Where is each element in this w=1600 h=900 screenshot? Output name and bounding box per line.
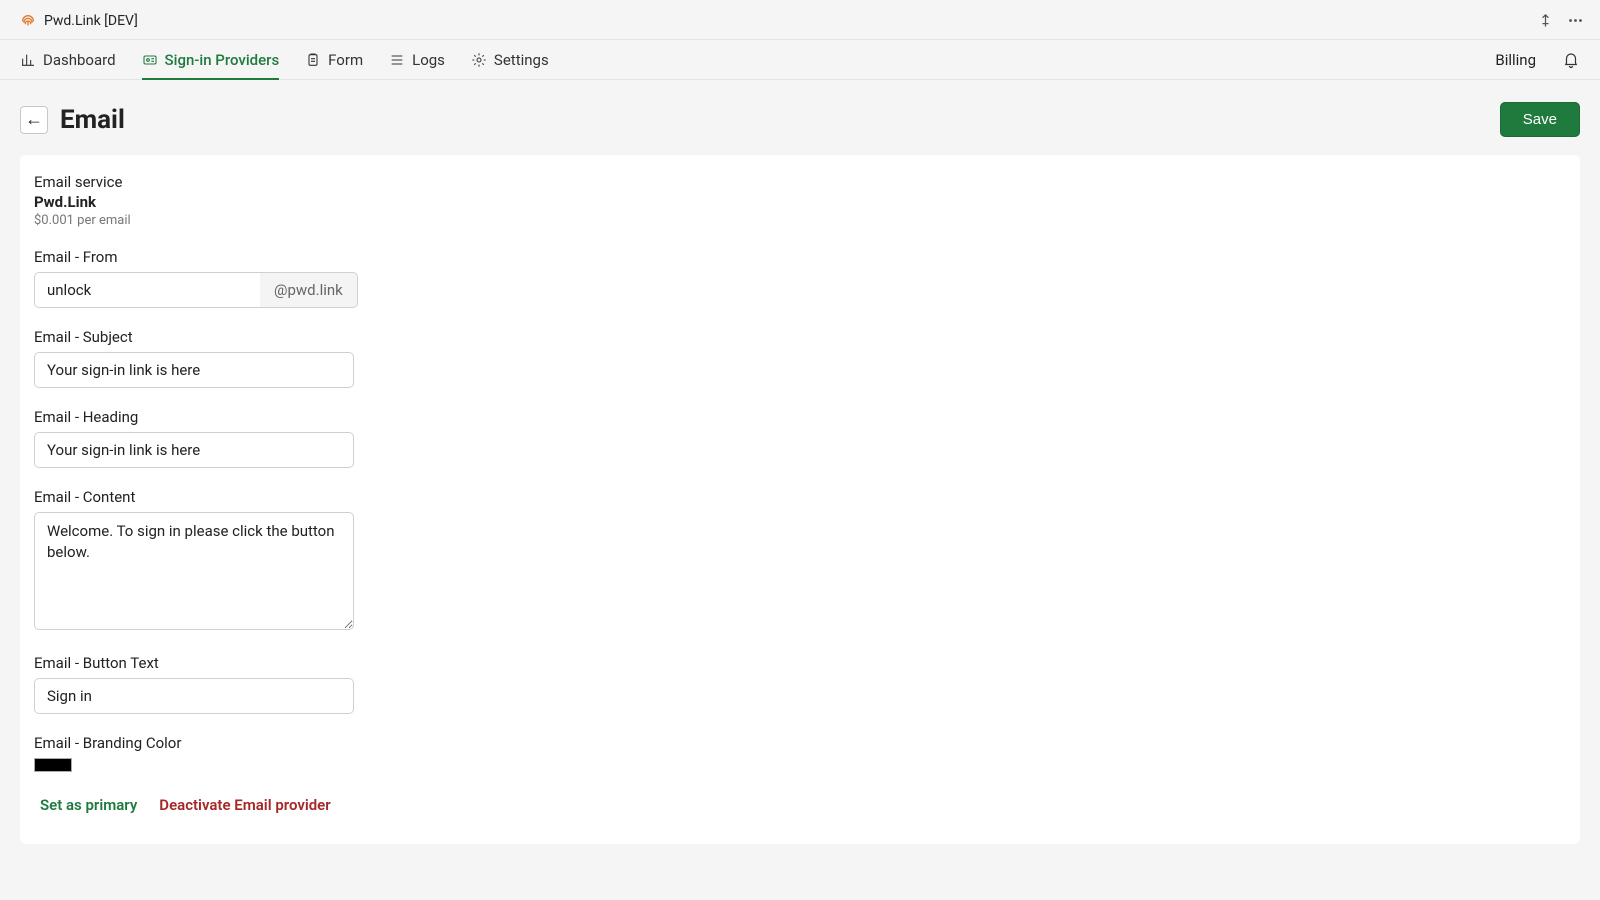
more-icon[interactable] (1567, 12, 1584, 29)
nav-label: Logs (412, 51, 445, 69)
nav-logs[interactable]: Logs (389, 40, 445, 79)
email-from-domain-suffix: @pwd.link (260, 272, 358, 308)
nav-label: Settings (494, 51, 549, 69)
arrow-left-icon: ← (25, 109, 43, 130)
chart-icon (20, 52, 36, 68)
brand-fingerprint-icon (20, 13, 36, 29)
service-cost: $0.001 per email (34, 213, 1566, 228)
nav-label: Dashboard (43, 51, 116, 69)
card-actions: Set as primary Deactivate Email provider (34, 796, 1566, 814)
nav-label: Form (328, 51, 363, 69)
nav-signin-providers[interactable]: Sign-in Providers (142, 40, 280, 79)
label-email-heading: Email - Heading (34, 408, 1566, 426)
label-email-content: Email - Content (34, 488, 1566, 506)
field-email-content: Email - Content (34, 488, 1566, 634)
service-label: Email service (34, 173, 1566, 191)
service-name: Pwd.Link (34, 193, 1566, 211)
page-content: ← Email Save Email service Pwd.Link $0.0… (0, 80, 1600, 866)
nav-billing[interactable]: Billing (1495, 40, 1536, 79)
deactivate-provider-link[interactable]: Deactivate Email provider (159, 796, 330, 814)
notifications-bell-icon[interactable] (1562, 40, 1580, 79)
page-header: ← Email Save (20, 102, 1580, 137)
input-email-from-local[interactable] (34, 272, 260, 308)
label-email-button-text: Email - Button Text (34, 654, 1566, 672)
gear-icon (471, 52, 487, 68)
label-email-subject: Email - Subject (34, 328, 1566, 346)
field-email-from: Email - From @pwd.link (34, 248, 1566, 308)
set-primary-link[interactable]: Set as primary (40, 796, 137, 814)
window-topbar: Pwd.Link [DEV] (0, 0, 1600, 40)
nav-dashboard[interactable]: Dashboard (20, 40, 116, 79)
label-email-branding-color: Email - Branding Color (34, 734, 1566, 752)
field-email-button-text: Email - Button Text (34, 654, 1566, 714)
field-email-branding-color: Email - Branding Color (34, 734, 1566, 772)
page-title: Email (60, 105, 1488, 135)
topbar-right (1538, 12, 1584, 29)
field-email-subject: Email - Subject (34, 328, 1566, 388)
settings-card: Email service Pwd.Link $0.001 per email … (20, 155, 1580, 844)
clipboard-icon (305, 52, 321, 68)
label-email-from: Email - From (34, 248, 1566, 266)
input-email-heading[interactable] (34, 432, 354, 468)
topbar-left: Pwd.Link [DEV] (20, 13, 138, 29)
app-title: Pwd.Link [DEV] (44, 13, 138, 29)
input-email-button-text[interactable] (34, 678, 354, 714)
save-button[interactable]: Save (1500, 102, 1580, 137)
field-email-heading: Email - Heading (34, 408, 1566, 468)
nav-label: Sign-in Providers (165, 51, 280, 69)
input-email-subject[interactable] (34, 352, 354, 388)
id-card-icon (142, 52, 158, 68)
branding-color-swatch[interactable] (34, 758, 72, 772)
main-navbar: Dashboard Sign-in Providers Form Logs Se… (0, 40, 1600, 80)
pin-icon[interactable] (1538, 13, 1553, 28)
list-icon (389, 52, 405, 68)
nav-form[interactable]: Form (305, 40, 363, 79)
nav-settings[interactable]: Settings (471, 40, 549, 79)
textarea-email-content[interactable] (34, 512, 354, 630)
back-button[interactable]: ← (20, 106, 48, 134)
